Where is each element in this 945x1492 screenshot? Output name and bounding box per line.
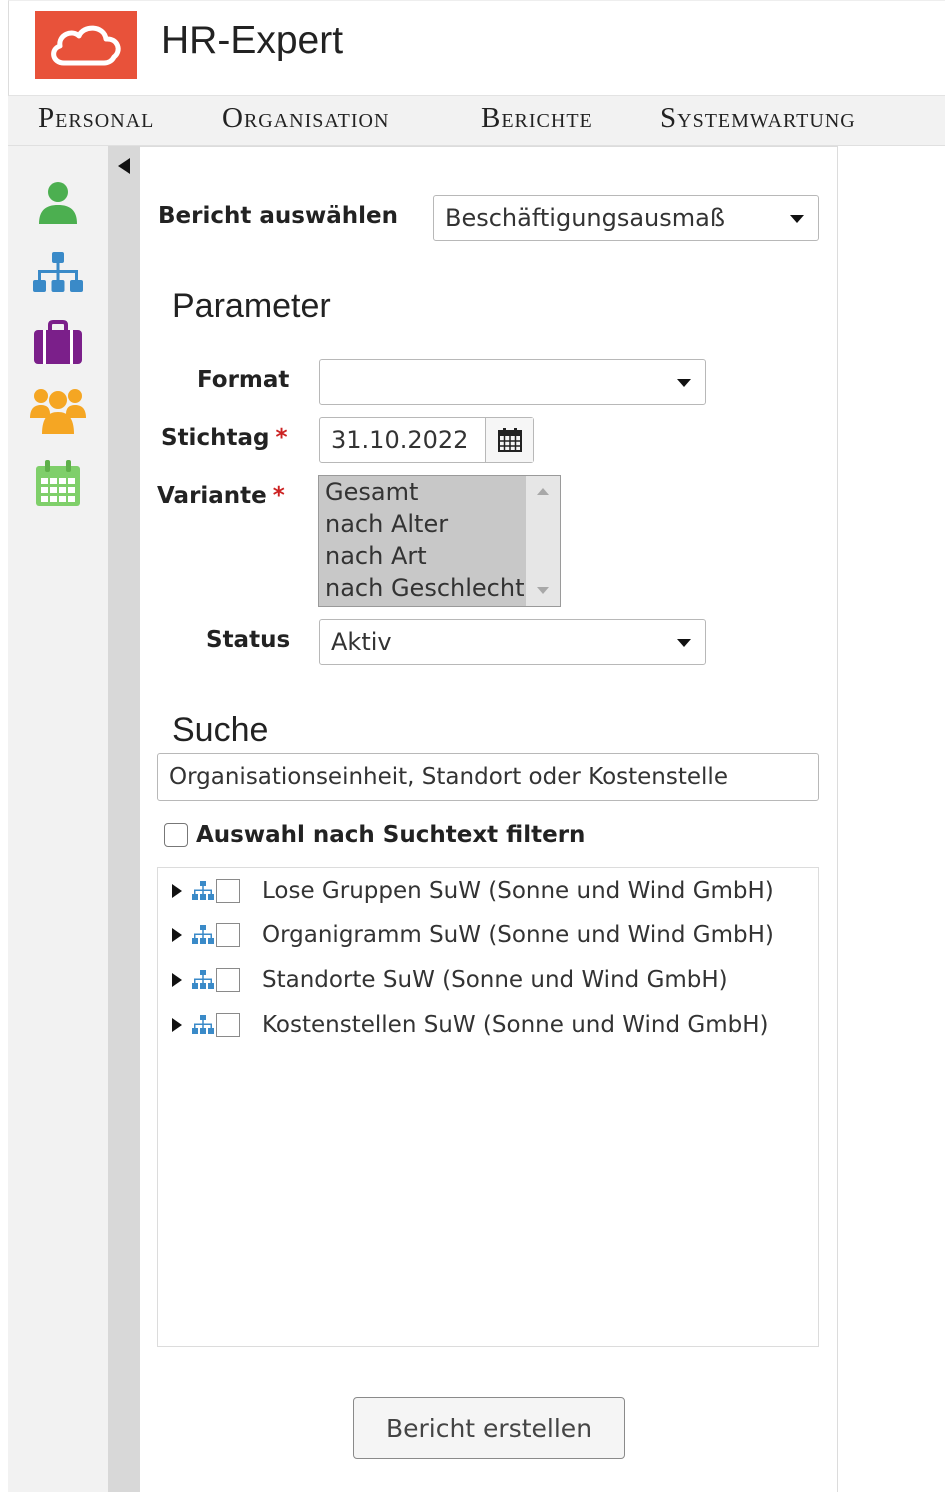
briefcase-icon[interactable]: [30, 318, 86, 368]
expand-arrow-icon[interactable]: [172, 884, 182, 898]
main-menu: Personal Organisation Berichte Systemwar…: [8, 96, 945, 146]
report-select-label: Bericht auswählen: [158, 203, 398, 229]
calendar-picker-button[interactable]: [485, 418, 533, 462]
listbox-scrollbar[interactable]: [526, 476, 560, 606]
filter-checkbox[interactable]: [164, 823, 188, 847]
create-report-button[interactable]: Bericht erstellen: [353, 1397, 625, 1459]
tree-node: Kostenstellen SuW (Sonne und Wind GmbH): [172, 1008, 768, 1042]
menu-systemwartung[interactable]: Systemwartung: [660, 102, 856, 135]
parameter-heading: Parameter: [172, 287, 331, 325]
required-marker: *: [275, 425, 288, 451]
status-select[interactable]: Aktiv: [319, 619, 706, 665]
format-select[interactable]: [319, 359, 706, 405]
stichtag-label: Stichtag *: [161, 425, 287, 451]
tree-node-checkbox[interactable]: [216, 879, 240, 903]
chevron-down-icon: [677, 639, 691, 647]
tree-node-label[interactable]: Lose Gruppen SuW (Sonne und Wind GmbH): [262, 878, 774, 904]
expand-arrow-icon[interactable]: [172, 973, 182, 987]
collapse-arrow-icon[interactable]: [118, 158, 130, 174]
org-chart-icon: [192, 969, 214, 991]
sidebar: [8, 146, 108, 1492]
chevron-down-icon: [677, 379, 691, 387]
app-header: HR-Expert: [8, 0, 945, 96]
tree-node: Standorte SuW (Sonne und Wind GmbH): [172, 963, 728, 997]
report-panel: Bericht auswählen Beschäftigungsausmaß P…: [140, 146, 838, 1492]
search-heading: Suche: [172, 711, 269, 749]
scroll-down-icon[interactable]: [537, 587, 549, 594]
person-icon[interactable]: [30, 178, 86, 228]
calendar-small-icon: [497, 428, 522, 452]
app-title: HR-Expert: [161, 19, 344, 62]
variante-label: Variante *: [157, 483, 285, 509]
scroll-up-icon[interactable]: [537, 488, 549, 495]
variante-listbox[interactable]: Gesamt nach Alter nach Art nach Geschlec…: [318, 475, 561, 607]
variante-option[interactable]: Gesamt: [325, 478, 418, 506]
tree-node-checkbox[interactable]: [216, 1013, 240, 1037]
report-select[interactable]: Beschäftigungsausmaß: [433, 195, 819, 241]
required-marker: *: [272, 483, 285, 509]
status-label: Status: [206, 627, 291, 653]
sidebar-splitter[interactable]: [108, 146, 140, 1492]
cloud-logo-icon[interactable]: [35, 11, 137, 79]
org-tree: Lose Gruppen SuW (Sonne und Wind GmbH) O…: [157, 867, 819, 1347]
menu-personal[interactable]: Personal: [38, 102, 154, 135]
tree-node-label[interactable]: Kostenstellen SuW (Sonne und Wind GmbH): [262, 1012, 768, 1038]
stichtag-value: 31.10.2022: [331, 426, 469, 454]
tree-node: Lose Gruppen SuW (Sonne und Wind GmbH): [172, 874, 774, 908]
org-chart-icon: [192, 880, 214, 902]
filter-by-search-row: Auswahl nach Suchtext filtern: [164, 820, 585, 850]
search-input[interactable]: [157, 753, 819, 801]
menu-berichte[interactable]: Berichte: [481, 102, 593, 135]
variante-option[interactable]: nach Alter: [325, 510, 448, 538]
filter-checkbox-label[interactable]: Auswahl nach Suchtext filtern: [196, 822, 585, 848]
tree-node-label[interactable]: Standorte SuW (Sonne und Wind GmbH): [262, 967, 728, 993]
stichtag-date-input[interactable]: 31.10.2022: [319, 417, 534, 463]
variante-label-text: Variante: [157, 483, 267, 509]
org-chart-icon: [192, 1014, 214, 1036]
org-chart-icon[interactable]: [30, 248, 86, 298]
tree-node-label[interactable]: Organigramm SuW (Sonne und Wind GmbH): [262, 922, 774, 948]
expand-arrow-icon[interactable]: [172, 928, 182, 942]
report-select-value: Beschäftigungsausmaß: [445, 204, 725, 232]
menu-organisation[interactable]: Organisation: [222, 102, 389, 135]
stichtag-label-text: Stichtag: [161, 425, 270, 451]
variante-option[interactable]: nach Art: [325, 542, 427, 570]
format-label: Format: [197, 367, 290, 393]
tree-node-checkbox[interactable]: [216, 968, 240, 992]
group-icon[interactable]: [30, 386, 86, 436]
expand-arrow-icon[interactable]: [172, 1018, 182, 1032]
calendar-icon[interactable]: [30, 458, 86, 508]
org-chart-icon: [192, 924, 214, 946]
variante-option[interactable]: nach Geschlecht: [325, 574, 524, 602]
status-select-value: Aktiv: [331, 628, 392, 656]
chevron-down-icon: [790, 215, 804, 223]
tree-node: Organigramm SuW (Sonne und Wind GmbH): [172, 918, 774, 952]
tree-node-checkbox[interactable]: [216, 923, 240, 947]
